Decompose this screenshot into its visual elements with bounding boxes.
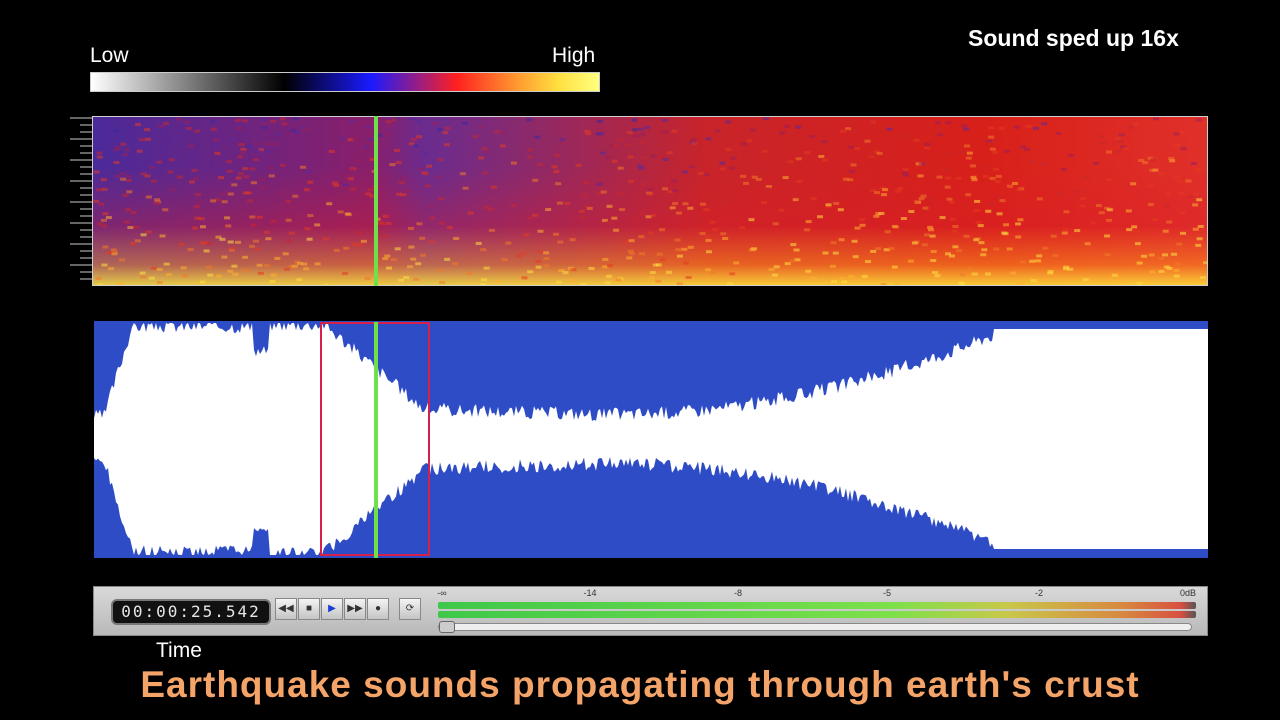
time-display: 00:00:25.542: [111, 599, 271, 625]
record-button[interactable]: ●: [367, 598, 389, 620]
transport-bar: 00:00:25.542 ◀◀ ■ ▶ ▶▶ ● ⟳ -∞ -14 -8 -5 …: [93, 586, 1208, 636]
play-icon: ▶: [328, 603, 336, 614]
meter-channel-right: [438, 611, 1196, 618]
loop-icon: ⟳: [405, 603, 415, 614]
stop-button[interactable]: ■: [298, 598, 320, 620]
fast-forward-icon: ▶▶: [347, 603, 363, 614]
stop-icon: ■: [305, 603, 313, 614]
scrubber-thumb[interactable]: [439, 621, 455, 633]
meter-tick: -5: [882, 588, 892, 598]
rewind-button[interactable]: ◀◀: [275, 598, 297, 620]
playhead-marker-spectrogram[interactable]: [374, 116, 378, 286]
legend-high-label: High: [552, 44, 596, 67]
meter-tick: -8: [733, 588, 743, 598]
loop-button[interactable]: ⟳: [399, 598, 421, 620]
color-scale-legend: [90, 72, 600, 92]
meter-tick: -14: [583, 588, 597, 598]
meter-tick: -∞: [437, 588, 447, 598]
level-meter: -∞ -14 -8 -5 -2 0dB: [437, 588, 1202, 619]
time-label: Time: [156, 639, 202, 662]
legend-low-label: Low: [90, 44, 129, 67]
frequency-axis-ticks: [70, 117, 92, 280]
meter-tick: -2: [1034, 588, 1044, 598]
rewind-icon: ◀◀: [278, 603, 294, 614]
playback-scrubber[interactable]: [438, 621, 1192, 633]
fast-forward-button[interactable]: ▶▶: [344, 598, 366, 620]
record-icon: ●: [374, 603, 382, 614]
meter-channel-left: [438, 602, 1196, 609]
waveform-view[interactable]: [94, 321, 1208, 558]
spectrogram-view[interactable]: [92, 116, 1208, 286]
video-caption: Earthquake sounds propagating through ea…: [140, 664, 1140, 705]
meter-tick: 0dB: [1179, 588, 1197, 598]
speed-note: Sound sped up 16x: [968, 25, 1179, 51]
playhead-marker-waveform[interactable]: [374, 322, 378, 558]
play-button[interactable]: ▶: [321, 598, 343, 620]
